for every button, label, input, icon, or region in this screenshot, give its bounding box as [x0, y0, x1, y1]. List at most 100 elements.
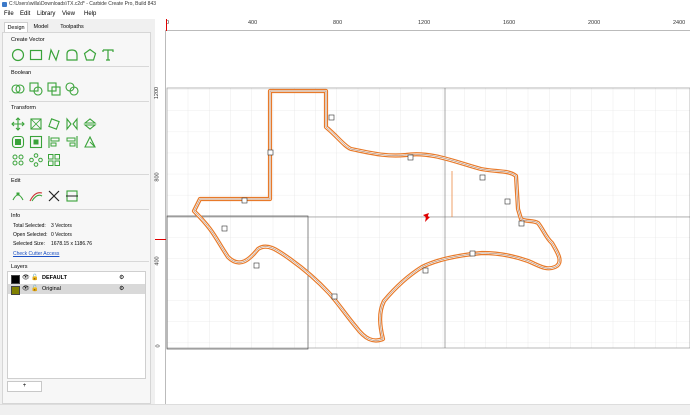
gear-icon[interactable]: ⚙ [119, 274, 124, 281]
flip-icon[interactable] [83, 117, 97, 131]
divider [9, 101, 149, 102]
subtract-icon[interactable] [29, 82, 43, 96]
ruler-label-x: 1600 [503, 20, 516, 26]
layer-name: Original [42, 286, 61, 292]
menu-library[interactable]: Library [37, 11, 55, 17]
offset-icon[interactable] [11, 135, 25, 149]
rectangle-tool-icon[interactable] [29, 48, 43, 62]
divider [9, 174, 149, 175]
check-cutter-access-link[interactable]: Check Cutter Access [13, 251, 59, 257]
weld-icon[interactable] [65, 82, 79, 96]
section-boolean: Boolean [11, 70, 32, 76]
divider [9, 209, 149, 210]
circle-tool-icon[interactable] [11, 48, 25, 62]
selection-handle [407, 154, 414, 161]
window-title: C:\Users\willa\Downloads\TX.c2d* - Carbi… [9, 1, 157, 7]
section-transform: Transform [11, 105, 36, 111]
ruler-label-x: 800 [333, 20, 343, 26]
divider [9, 66, 149, 67]
union-icon[interactable] [11, 82, 25, 96]
design-canvas[interactable] [166, 31, 690, 404]
selection-handle [422, 267, 429, 274]
section-layers: Layers [11, 264, 28, 270]
mirror-icon[interactable] [65, 117, 79, 131]
gear-icon[interactable]: ⚙ [119, 285, 124, 292]
align-left-icon[interactable] [47, 135, 61, 149]
text-tool-icon[interactable] [101, 48, 115, 62]
intersect-icon[interactable] [47, 82, 61, 96]
trim-icon[interactable] [47, 189, 61, 203]
menu-bar: File Edit Library View Help [0, 10, 690, 19]
polyline-tool-icon[interactable] [47, 48, 61, 62]
lock-icon[interactable]: 🔓 [31, 274, 38, 281]
lock-icon[interactable]: 🔓 [31, 285, 38, 292]
selection-handle [267, 149, 274, 156]
ruler-label-x: 2000 [588, 20, 601, 26]
app-icon [2, 2, 7, 7]
ruler-label-x: 2400 [673, 20, 686, 26]
ruler-corner [155, 19, 165, 30]
selection-handle [253, 262, 260, 269]
rotate-icon[interactable] [47, 117, 61, 131]
polygon-tool-icon[interactable] [83, 48, 97, 62]
info-total-selected: Total Selected: 3 Vectors [13, 223, 72, 229]
canvas-drawing[interactable] [166, 31, 690, 404]
menu-file[interactable]: File [4, 11, 14, 17]
eye-icon[interactable]: 👁 [22, 285, 30, 292]
section-edit: Edit [11, 178, 21, 184]
origin-marker-x [166, 19, 168, 31]
join-icon[interactable] [65, 189, 79, 203]
selection-handle [328, 114, 335, 121]
layer-row-original[interactable]: 👁 🔓 Original ⚙ [8, 284, 145, 295]
circular-array-icon[interactable] [29, 153, 43, 167]
menu-edit[interactable]: Edit [20, 11, 30, 17]
grid-array-icon[interactable] [47, 153, 61, 167]
ruler-label-x: 1200 [418, 20, 431, 26]
selection-handle [504, 198, 511, 205]
align-center-icon[interactable] [29, 135, 43, 149]
layer-color-swatch[interactable] [11, 286, 20, 295]
distribute-icon[interactable] [83, 135, 97, 149]
open-selected-label: Open Selected: [13, 232, 48, 238]
menu-view[interactable]: View [62, 11, 75, 17]
section-info: Info [11, 213, 21, 219]
eye-icon[interactable]: 👁 [22, 274, 30, 281]
info-selected-size: Selected Size: 1678.15 x 1186.76 [13, 241, 92, 247]
selected-size-label: Selected Size: [13, 241, 45, 247]
ruler-label-x: 400 [248, 20, 258, 26]
open-selected-value: 0 Vectors [51, 232, 72, 238]
move-icon[interactable] [11, 117, 25, 131]
node-edit-icon[interactable] [11, 189, 25, 203]
smooth-icon[interactable] [29, 189, 43, 203]
status-bar [0, 404, 690, 415]
ruler-label-y: 400 [154, 256, 161, 266]
info-open-selected: Open Selected: 0 Vectors [13, 232, 72, 238]
selection-handle [479, 174, 486, 181]
workspace-tabs: Design Model Toolpaths [0, 21, 150, 33]
layer-row-default[interactable]: 👁 🔓 DEFAULT ⚙ [8, 273, 145, 284]
selection-handle [331, 293, 338, 300]
align-right-icon[interactable] [65, 135, 79, 149]
menu-help[interactable]: Help [84, 11, 96, 17]
tab-model[interactable]: Model [30, 22, 52, 32]
layer-name: DEFAULT [42, 275, 67, 281]
divider [9, 261, 149, 262]
curve-tool-icon[interactable] [65, 48, 79, 62]
ruler-label-y: 800 [154, 172, 161, 182]
origin-marker-y [155, 239, 166, 241]
total-selected-value: 3 Vectors [51, 223, 72, 229]
selected-size-value: 1678.15 x 1186.76 [51, 241, 93, 247]
selection-handle [241, 197, 248, 204]
layer-color-swatch[interactable] [11, 275, 20, 284]
scale-icon[interactable] [29, 117, 43, 131]
tab-toolpaths[interactable]: Toolpaths [56, 22, 88, 32]
selection-handle [221, 225, 228, 232]
selection-handle [518, 220, 525, 227]
ruler-label-y: 0 [155, 344, 162, 348]
ruler-label-y: 1200 [154, 86, 161, 100]
section-create-vector: Create Vector [11, 37, 45, 43]
add-layer-button[interactable]: + [7, 381, 42, 392]
selection-handle [469, 250, 476, 257]
array-icon[interactable] [11, 153, 25, 167]
total-selected-label: Total Selected: [13, 223, 46, 229]
